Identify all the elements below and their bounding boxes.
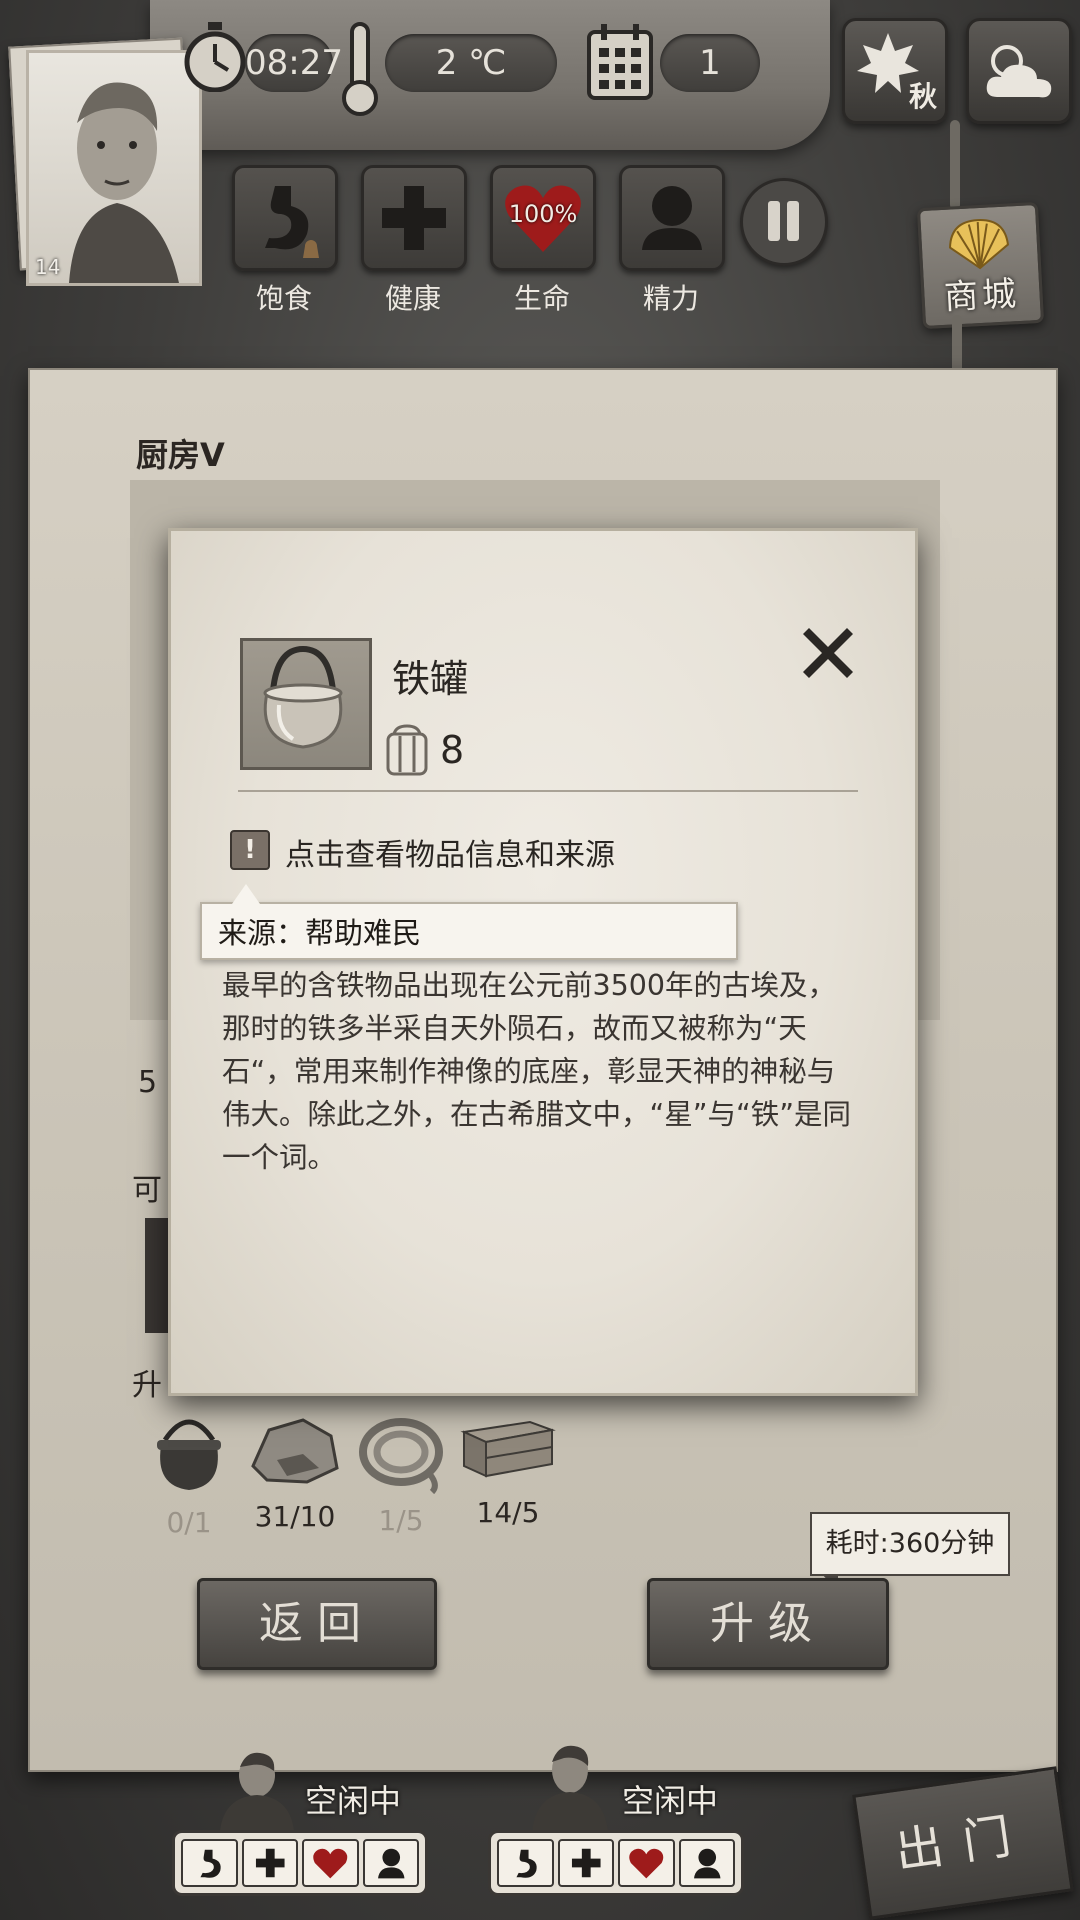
item-image-frame — [240, 638, 372, 770]
close-icon[interactable] — [795, 620, 861, 686]
item-quantity: 8 — [440, 728, 465, 772]
iron-pot-icon — [263, 645, 343, 749]
info-hint-link[interactable]: 点击查看物品信息和来源 — [285, 830, 615, 874]
backpack-icon — [386, 724, 428, 776]
item-source-tooltip: 来源：帮助难民 — [200, 884, 738, 960]
item-description: 最早的含铁物品出现在公元前3500年的古埃及，那时的铁多半采自天外陨石，故而又被… — [222, 969, 852, 1174]
divider — [238, 790, 858, 792]
info-icon[interactable]: ! — [230, 830, 270, 870]
item-name: 铁罐 — [392, 657, 469, 701]
